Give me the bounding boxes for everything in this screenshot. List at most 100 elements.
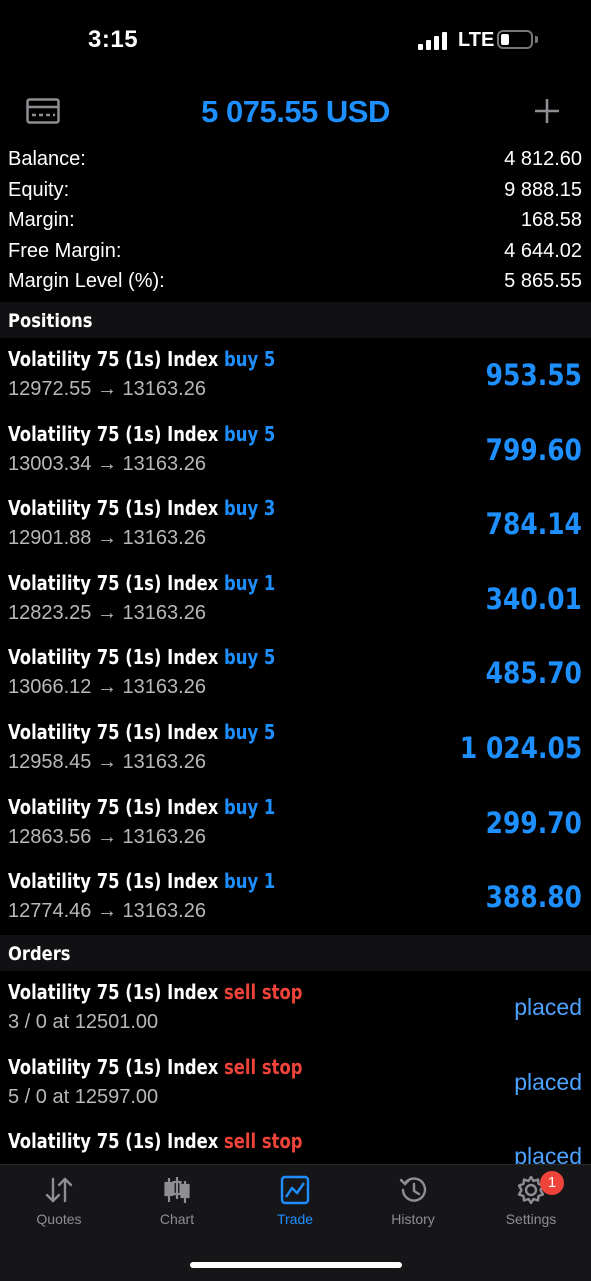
account-summary: Balance: 4 812.60 Equity: 9 888.15 Margi… — [0, 145, 591, 298]
position-profit: 299.70 — [485, 805, 582, 840]
order-title: Volatility 75 (1s) Index sell stop — [8, 980, 302, 1004]
position-symbol: Volatility 75 (1s) Index — [8, 421, 219, 446]
summary-value: 168.58 — [520, 209, 582, 231]
tab-chart[interactable]: Chart — [118, 1175, 236, 1245]
tab-trade[interactable]: Trade — [236, 1175, 354, 1245]
tab-settings[interactable]: 1 Settings — [472, 1171, 590, 1245]
orders-heading: Orders — [8, 943, 71, 965]
position-side: buy 1 — [224, 794, 276, 819]
position-side: buy 5 — [224, 347, 276, 371]
position-side: buy 1 — [224, 869, 276, 894]
position-side: buy 5 — [224, 720, 276, 744]
position-side: buy 1 — [224, 570, 276, 595]
order-side: sell stop — [224, 1129, 303, 1154]
summary-label: Free Margin: — [8, 239, 122, 262]
position-side: buy 5 — [224, 421, 276, 446]
position-profit: 1 024.05 — [459, 731, 582, 765]
position-profit: 799.60 — [485, 432, 582, 467]
order-status: placed — [514, 1068, 582, 1095]
summary-value: 4 812.60 — [504, 148, 582, 170]
order-title: Volatility 75 (1s) Index sell stop — [8, 1129, 302, 1153]
position-row[interactable]: Volatility 75 (1s) Index buy 5 12958.45 … — [0, 711, 591, 786]
network-type: LTE — [458, 29, 495, 51]
account-total: 5 075.55 USD — [201, 94, 390, 129]
summary-label: Equity: — [8, 178, 70, 201]
new-order-plus-icon[interactable] — [532, 96, 562, 126]
tab-label: Settings — [505, 1211, 557, 1227]
position-row[interactable]: Volatility 75 (1s) Index buy 5 12972.55 … — [0, 338, 591, 413]
order-details: 3 / 0 at 12501.00 — [8, 1011, 159, 1033]
battery-icon — [497, 30, 538, 49]
settings-badge: 1 — [540, 1171, 564, 1195]
order-side: sell stop — [224, 1054, 303, 1079]
tab-label: Chart — [159, 1211, 195, 1227]
positions-heading: Positions — [8, 310, 93, 332]
position-prices: 12958.45 → 13163.26 — [8, 751, 206, 773]
position-symbol: Volatility 75 (1s) Index — [8, 645, 219, 670]
position-prices: 12901.88 → 13163.26 — [8, 527, 206, 550]
tab-history[interactable]: History — [354, 1175, 472, 1245]
position-prices: 12823.25 → 13163.26 — [8, 601, 206, 624]
history-icon — [399, 1177, 427, 1202]
order-symbol: Volatility 75 (1s) Index — [8, 1129, 219, 1154]
position-prices: 12972.55 → 13163.26 — [8, 378, 206, 400]
summary-row-equity: Equity: 9 888.15 — [0, 176, 591, 207]
position-profit: 485.70 — [485, 656, 582, 691]
home-indicator — [190, 1262, 402, 1268]
status-bar: 3:15 LTE — [0, 0, 591, 80]
order-row[interactable]: Volatility 75 (1s) Index sell stop 5 / 0… — [0, 1046, 591, 1121]
summary-value: 5 865.55 — [504, 270, 582, 292]
position-prices: 13003.34 → 13163.26 — [8, 452, 206, 475]
position-symbol: Volatility 75 (1s) Index — [8, 570, 219, 595]
tab-label: History — [391, 1211, 435, 1227]
position-profit: 784.14 — [485, 507, 582, 542]
position-profit: 953.55 — [485, 358, 582, 392]
tab-label: Quotes — [36, 1211, 82, 1227]
positions-section-header: Positions — [0, 302, 591, 338]
position-title: Volatility 75 (1s) Index buy 5 — [8, 422, 275, 446]
position-row[interactable]: Volatility 75 (1s) Index buy 3 12901.88 … — [0, 487, 591, 562]
order-status: placed — [514, 994, 582, 1020]
order-title: Volatility 75 (1s) Index sell stop — [8, 1055, 302, 1079]
tab-quotes[interactable]: Quotes — [0, 1175, 118, 1245]
position-prices: 12863.56 → 13163.26 — [8, 825, 206, 848]
position-row[interactable]: Volatility 75 (1s) Index buy 1 12774.46 … — [0, 860, 591, 935]
summary-label: Balance: — [8, 148, 86, 170]
position-title: Volatility 75 (1s) Index buy 5 — [8, 720, 275, 744]
order-row[interactable]: Volatility 75 (1s) Index sell stop 3 / 0… — [0, 971, 591, 1046]
summary-value: 9 888.15 — [504, 178, 582, 201]
position-title: Volatility 75 (1s) Index buy 1 — [8, 571, 275, 595]
order-row[interactable]: Volatility 75 (1s) Index sell stop place… — [0, 1120, 591, 1164]
position-prices: 13066.12 → 13163.26 — [8, 676, 206, 699]
order-symbol: Volatility 75 (1s) Index — [8, 1054, 219, 1079]
signal-icon — [418, 32, 448, 50]
position-title: Volatility 75 (1s) Index buy 1 — [8, 795, 275, 819]
position-prices: 12774.46 → 13163.26 — [8, 900, 206, 923]
tab-label: Trade — [276, 1211, 314, 1227]
position-row[interactable]: Volatility 75 (1s) Index buy 1 12863.56 … — [0, 786, 591, 861]
position-row[interactable]: Volatility 75 (1s) Index buy 5 13066.12 … — [0, 636, 591, 711]
order-status: placed — [514, 1143, 582, 1165]
order-symbol: Volatility 75 (1s) Index — [8, 980, 219, 1004]
position-symbol: Volatility 75 (1s) Index — [8, 720, 219, 744]
order-details: 5 / 0 at 12597.00 — [8, 1085, 159, 1108]
chart-icon — [164, 1177, 190, 1203]
position-title: Volatility 75 (1s) Index buy 5 — [8, 645, 275, 669]
summary-row-margin: Margin: 168.58 — [0, 206, 591, 237]
position-profit: 340.01 — [485, 581, 582, 616]
trade-header: 5 075.55 USD — [0, 84, 591, 140]
trade-icon — [280, 1175, 310, 1205]
position-symbol: Volatility 75 (1s) Index — [8, 794, 219, 819]
position-row[interactable]: Volatility 75 (1s) Index buy 5 13003.34 … — [0, 413, 591, 488]
quotes-icon — [45, 1177, 73, 1203]
position-title: Volatility 75 (1s) Index buy 5 — [8, 347, 275, 371]
summary-row-balance: Balance: 4 812.60 — [0, 145, 591, 176]
position-symbol: Volatility 75 (1s) Index — [8, 496, 219, 521]
position-side: buy 3 — [224, 496, 276, 521]
summary-label: Margin: — [8, 209, 75, 231]
position-row[interactable]: Volatility 75 (1s) Index buy 1 12823.25 … — [0, 562, 591, 637]
summary-value: 4 644.02 — [504, 239, 582, 262]
summary-row-margin-level: Margin Level (%): 5 865.55 — [0, 267, 591, 298]
position-symbol: Volatility 75 (1s) Index — [8, 869, 219, 894]
position-profit: 388.80 — [485, 880, 582, 915]
